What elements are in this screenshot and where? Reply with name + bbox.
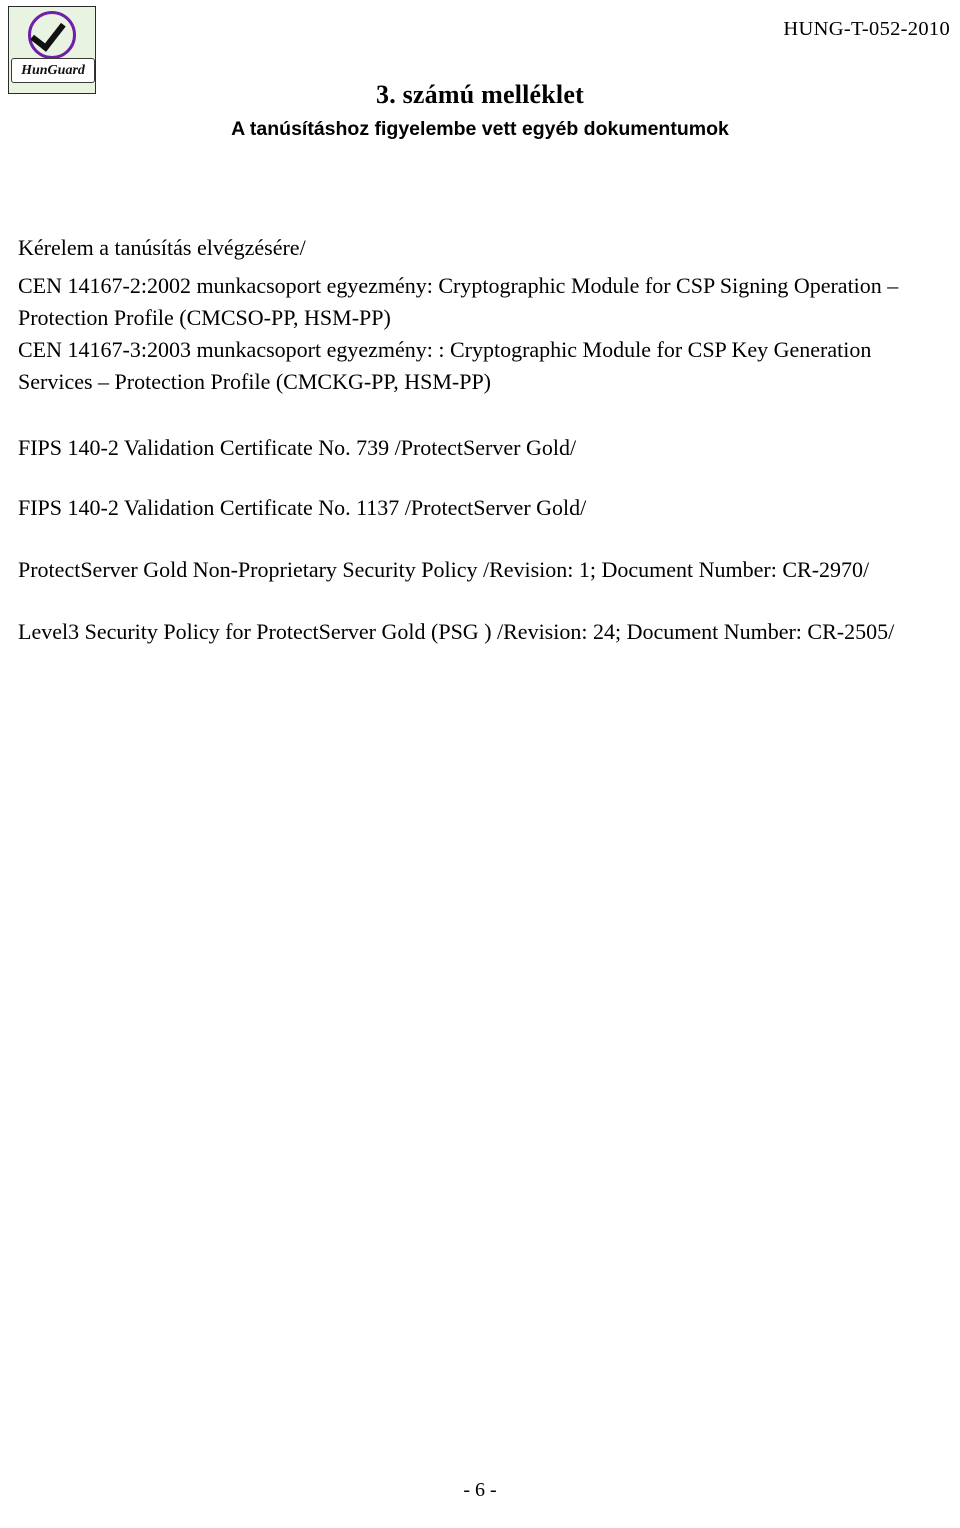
document-id: HUNG-T-052-2010 [783, 18, 950, 40]
reference-item-4: FIPS 140-2 Validation Certificate No. 11… [18, 495, 587, 520]
checkmark-oval-icon [28, 11, 76, 59]
page-footer: - 6 - [463, 1479, 497, 1501]
page-title: 3. számú melléklet [376, 80, 584, 109]
reference-item-2: CEN 14167-3:2003 munkacsoport egyezmény:… [18, 337, 872, 394]
page-subtitle: A tanúsításhoz figyelembe vett egyéb dok… [231, 118, 729, 140]
document-body: Kérelem a tanúsítás elvégzésére/ CEN 141… [18, 232, 950, 648]
logo-wordmark-text: HunGuard [21, 62, 85, 78]
reference-item-6: Level3 Security Policy for ProtectServer… [18, 619, 895, 644]
document-page: HunGuard HUNG-T-052-2010 3. számú mellék… [0, 0, 960, 1528]
reference-item-3: FIPS 140-2 Validation Certificate No. 73… [18, 435, 577, 460]
reference-item-1: CEN 14167-2:2002 munkacsoport egyezmény:… [18, 273, 899, 330]
lead-paragraph: Kérelem a tanúsítás elvégzésére/ [18, 235, 306, 260]
reference-item-5: ProtectServer Gold Non-Proprietary Secur… [18, 557, 870, 582]
